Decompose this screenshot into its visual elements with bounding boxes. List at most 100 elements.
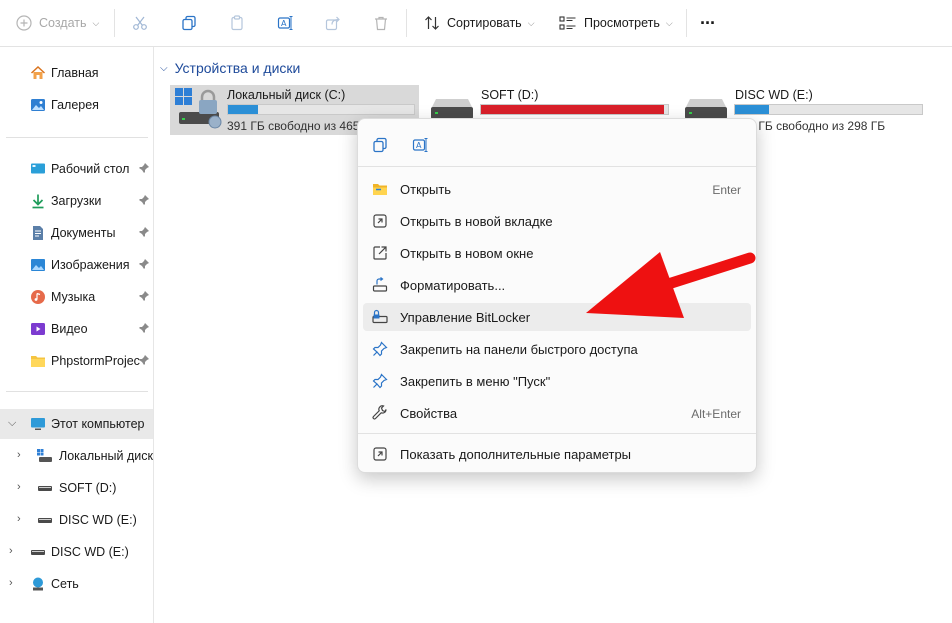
menu-item-label: Закрепить на панели быстрого доступа	[400, 342, 638, 357]
pin-icon[interactable]	[138, 354, 150, 366]
menu-item-label: Открыть в новой вкладке	[400, 214, 553, 229]
chevron-down-icon[interactable]: ⌵	[8, 417, 16, 430]
sidebar-divider	[6, 391, 148, 392]
drive-usage-fill	[228, 105, 258, 114]
sidebar-item-label: DISC WD (E:)	[51, 545, 129, 559]
video-icon	[31, 323, 45, 335]
chevron-right-icon[interactable]: ›	[17, 449, 21, 461]
computer-icon	[31, 418, 45, 430]
sidebar-item-desktop[interactable]: Рабочий стол	[0, 154, 153, 184]
sidebar-item-local-disk[interactable]: › Локальный диск	[0, 441, 153, 471]
view-button[interactable]: Просмотреть ⌵	[559, 0, 673, 46]
drive-usage-bar	[480, 104, 669, 115]
format-drive-icon	[372, 277, 388, 292]
sidebar-item-disc-wd-e-child[interactable]: › DISC WD (E:)	[0, 505, 153, 535]
bitlocker-icon	[372, 309, 388, 324]
sidebar-item-gallery[interactable]: Галерея	[0, 90, 153, 120]
sidebar-item-disc-wd-e[interactable]: › DISC WD (E:)	[0, 537, 153, 567]
sort-button[interactable]: Сортировать ⌵	[424, 0, 535, 46]
sidebar-item-videos[interactable]: Видео	[0, 314, 153, 344]
sidebar-item-label: Главная	[51, 66, 99, 80]
chevron-right-icon[interactable]: ›	[17, 481, 21, 493]
sidebar-item-label: Сеть	[51, 577, 79, 591]
folder-icon	[31, 356, 45, 367]
menu-item-open[interactable]: Открыть Enter	[363, 175, 751, 203]
chevron-right-icon[interactable]: ›	[9, 545, 13, 557]
copy-icon	[182, 15, 196, 31]
sort-icon	[425, 16, 439, 30]
menu-item-label: Управление BitLocker	[400, 310, 531, 325]
sidebar-item-music[interactable]: Музыка	[0, 282, 153, 312]
sidebar-item-label: Этот компьютер	[51, 417, 145, 431]
menu-item-label: Свойства	[400, 406, 458, 421]
sidebar-item-downloads[interactable]: Загрузки	[0, 186, 153, 216]
menu-item-label: Открыть в новом окне	[400, 246, 534, 261]
sidebar-item-soft-d[interactable]: › SOFT (D:)	[0, 473, 153, 503]
menu-item-shortcut: Alt+Enter	[691, 407, 741, 421]
toolbar-divider	[114, 9, 115, 37]
pictures-icon	[31, 259, 45, 271]
menu-item-label: Закрепить в меню "Пуск"	[400, 374, 551, 389]
menu-item-show-more-options[interactable]: Показать дополнительные параметры	[363, 440, 751, 468]
sidebar-item-network[interactable]: › Сеть	[0, 569, 153, 599]
drive-icon	[31, 550, 45, 555]
sidebar-item-label: Видео	[51, 322, 88, 336]
chevron-down-icon: ⌵	[160, 62, 168, 74]
more-button[interactable]: ···	[700, 0, 716, 46]
paste-button[interactable]	[229, 0, 245, 46]
share-button[interactable]	[325, 0, 341, 46]
drive-name: DISC WD (E:)	[735, 88, 813, 102]
toolbar-divider	[406, 9, 407, 37]
pin-icon[interactable]	[138, 194, 150, 206]
sidebar-item-documents[interactable]: Документы	[0, 218, 153, 248]
rename-icon[interactable]: A	[412, 137, 428, 153]
sidebar-item-pictures[interactable]: Изображения	[0, 250, 153, 280]
sidebar-item-label: Изображения	[51, 258, 130, 272]
music-icon	[31, 290, 45, 304]
menu-item-open-new-window[interactable]: Открыть в новом окне	[363, 239, 751, 267]
new-tab-icon	[373, 214, 387, 228]
menu-item-format[interactable]: Форматировать...	[363, 271, 751, 299]
sidebar-item-label: SOFT (D:)	[59, 481, 117, 495]
view-label: Просмотреть	[584, 16, 660, 30]
copy-icon[interactable]	[372, 137, 388, 153]
menu-item-label: Показать дополнительные параметры	[400, 447, 632, 462]
sidebar-item-phpstorm[interactable]: PhpstormProjec	[0, 346, 153, 376]
chevron-down-icon: ⌵	[92, 17, 100, 28]
menu-item-label: Открыть	[400, 182, 452, 197]
menu-item-pin-start[interactable]: Закрепить в меню "Пуск"	[363, 367, 751, 395]
more-dots-icon: ···	[700, 12, 716, 33]
delete-button[interactable]	[373, 0, 389, 46]
menu-item-properties[interactable]: Свойства Alt+Enter	[363, 399, 751, 427]
sidebar-item-label: DISC WD (E:)	[59, 513, 137, 527]
desktop-icon	[31, 163, 45, 174]
cut-button[interactable]	[132, 0, 148, 46]
rename-button[interactable]: A	[277, 0, 293, 46]
create-button[interactable]: Создать ⌵	[16, 0, 99, 46]
home-icon	[30, 65, 46, 79]
pin-icon[interactable]	[138, 162, 150, 174]
menu-item-bitlocker[interactable]: Управление BitLocker	[363, 303, 751, 331]
pin-icon[interactable]	[138, 258, 150, 270]
menu-item-open-new-tab[interactable]: Открыть в новой вкладке	[363, 207, 751, 235]
sidebar-item-this-pc[interactable]: ⌵ Этот компьютер	[0, 409, 153, 439]
sidebar-item-label: Документы	[51, 226, 116, 240]
toolbar-divider	[686, 9, 687, 37]
menu-item-pin-quick-access[interactable]: Закрепить на панели быстрого доступа	[363, 335, 751, 363]
pin-icon[interactable]	[138, 322, 150, 334]
chevron-right-icon[interactable]: ›	[9, 577, 13, 589]
menu-divider	[358, 433, 756, 434]
folder-open-icon	[373, 184, 387, 195]
drive-usage-fill	[735, 105, 769, 114]
menu-item-shortcut: Enter	[712, 183, 741, 197]
pin-icon[interactable]	[138, 226, 150, 238]
chevron-right-icon[interactable]: ›	[17, 513, 21, 525]
network-icon	[33, 577, 43, 591]
devices-section-header[interactable]: ⌵ Устройства и диски	[160, 60, 300, 76]
sidebar-item-home[interactable]: Главная	[0, 58, 153, 88]
context-menu: A Открыть Enter Открыть в новой вкладке …	[357, 118, 757, 473]
bitlocker-drive-icon	[175, 88, 222, 129]
pin-icon[interactable]	[138, 290, 150, 302]
view-list-icon	[559, 16, 576, 30]
copy-button[interactable]	[181, 0, 197, 46]
